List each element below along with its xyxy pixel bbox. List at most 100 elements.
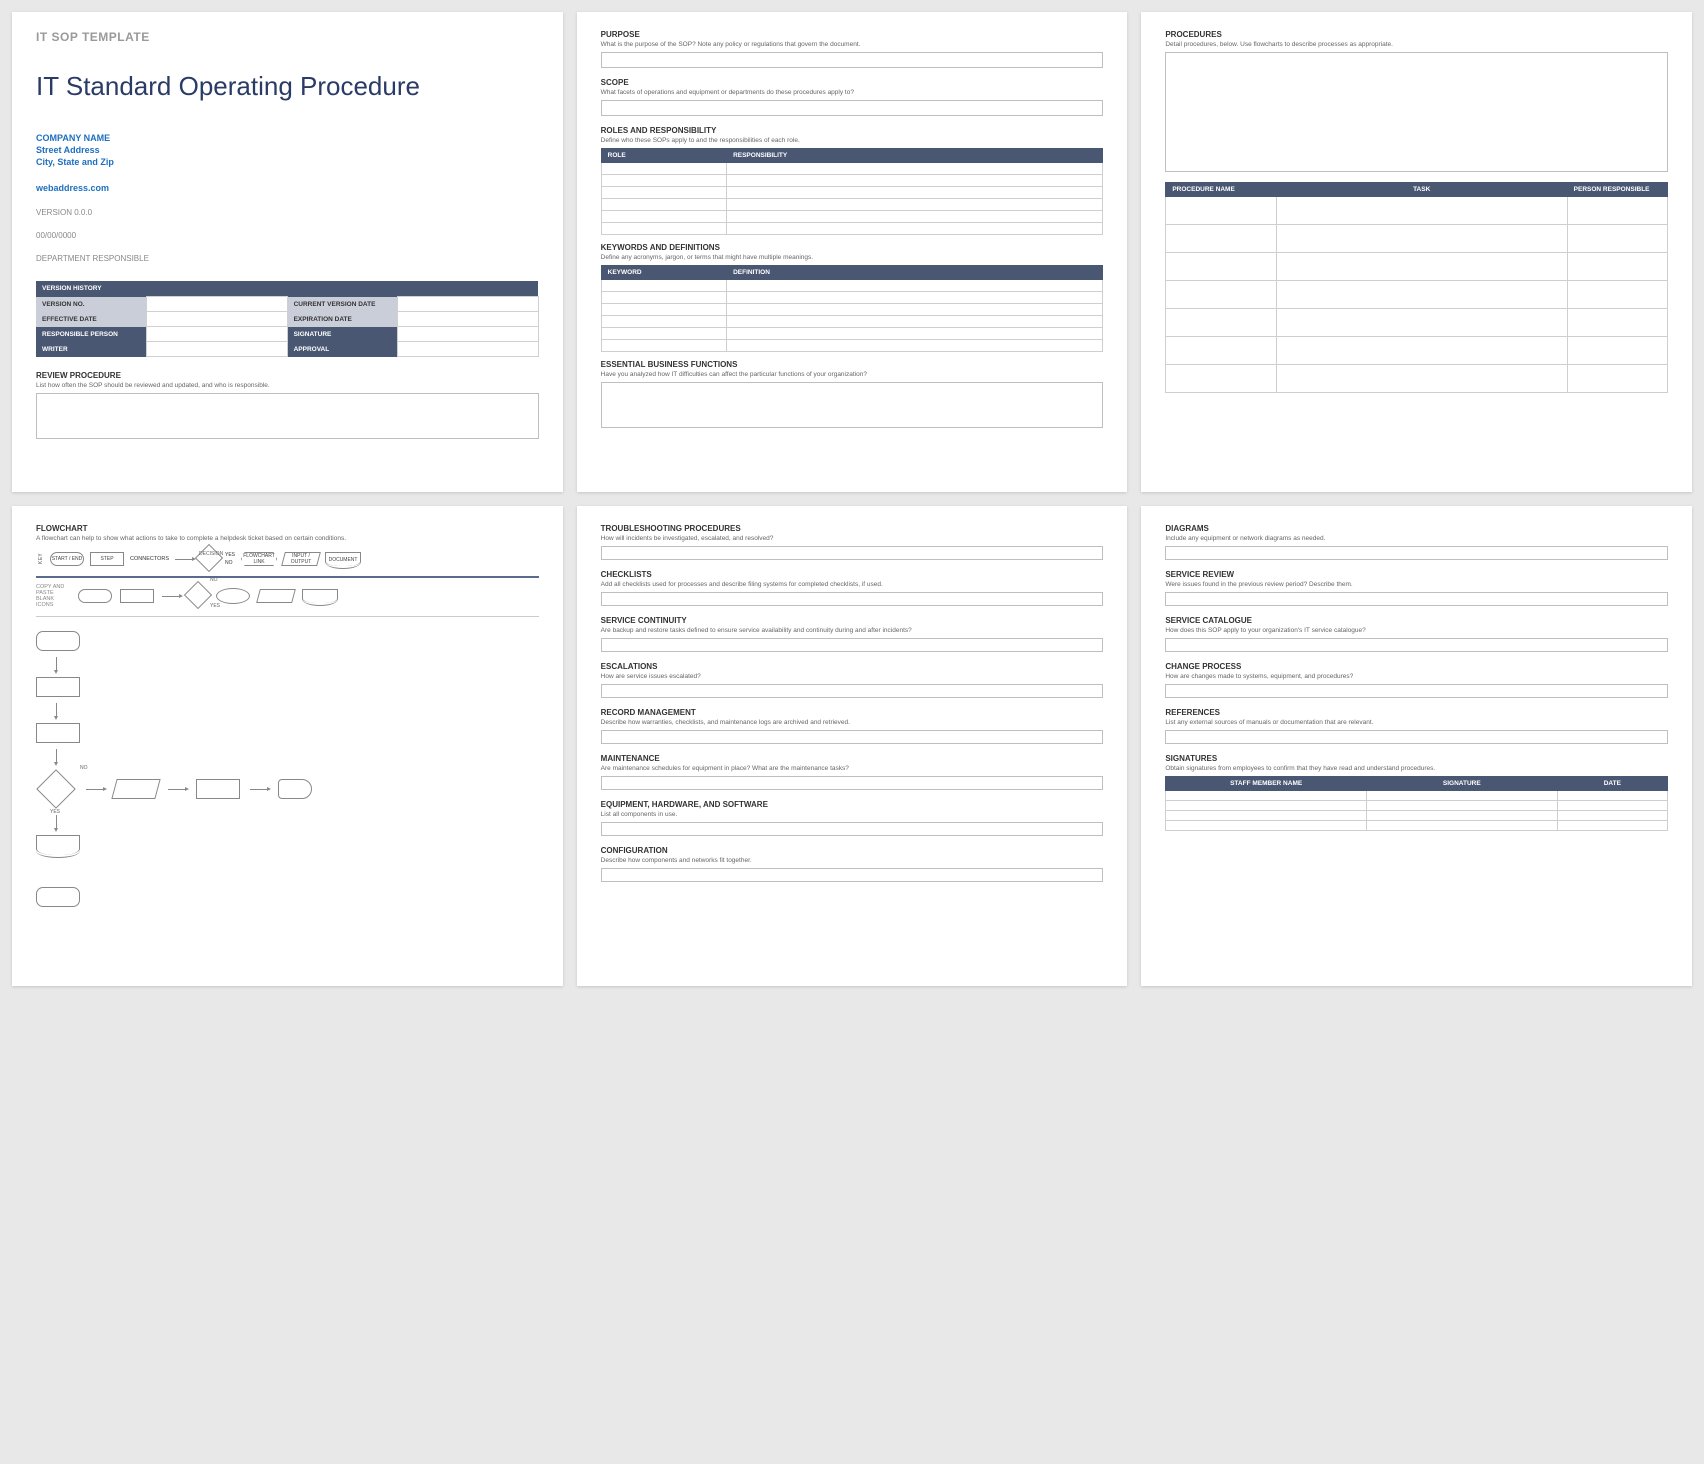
table-row[interactable] <box>1166 365 1668 393</box>
diagrams-box[interactable] <box>1165 546 1668 560</box>
blank-terminator-icon[interactable] <box>78 589 112 603</box>
table-row[interactable] <box>601 292 1103 304</box>
flow-document[interactable] <box>36 835 80 855</box>
keywords-table: KEYWORDDEFINITION <box>601 265 1104 352</box>
purpose-box[interactable] <box>601 52 1104 68</box>
no-label: NO <box>225 560 235 566</box>
page-4-flowchart: FLOWCHART A flowchart can help to show w… <box>12 506 563 986</box>
escalations-h: ESCALATIONS <box>601 662 1104 671</box>
table-row[interactable] <box>601 223 1103 235</box>
flowchart-canvas[interactable]: NO YES <box>36 631 539 907</box>
procedures-box[interactable] <box>1165 52 1668 172</box>
table-row[interactable] <box>601 340 1103 352</box>
vh-expiration: EXPIRATION DATE <box>287 312 397 327</box>
table-row[interactable] <box>601 280 1103 292</box>
table-row[interactable] <box>1166 791 1668 801</box>
maintenance-box[interactable] <box>601 776 1104 790</box>
flowchart-h: FLOWCHART <box>36 524 539 533</box>
blank-document-icon[interactable] <box>302 589 338 603</box>
config-box[interactable] <box>601 868 1104 882</box>
escalations-box[interactable] <box>601 684 1104 698</box>
blank-process-icon[interactable] <box>120 589 154 603</box>
flow-end[interactable] <box>36 887 80 907</box>
table-row[interactable] <box>601 304 1103 316</box>
trouble-sub: How will incidents be investigated, esca… <box>601 535 1104 542</box>
vh-signature-val[interactable] <box>398 327 539 342</box>
vh-effective-val[interactable] <box>146 312 287 327</box>
roles-h: ROLES AND RESPONSIBILITY <box>601 126 1104 135</box>
page-6: DIAGRAMS Include any equipment or networ… <box>1141 506 1692 986</box>
io-icon: INPUT / OUTPUT <box>281 552 321 566</box>
references-sub: List any external sources of manuals or … <box>1165 719 1668 726</box>
table-row[interactable] <box>601 175 1103 187</box>
table-row[interactable] <box>1166 197 1668 225</box>
table-row[interactable] <box>1166 801 1668 811</box>
review-heading: REVIEW PROCEDURE <box>36 371 539 380</box>
table-row[interactable] <box>601 211 1103 223</box>
table-row[interactable] <box>1166 281 1668 309</box>
checklists-box[interactable] <box>601 592 1104 606</box>
process-icon: STEP <box>90 552 124 566</box>
vh-responsible-val[interactable] <box>146 327 287 342</box>
vh-version-no-val[interactable] <box>146 297 287 312</box>
table-row[interactable] <box>601 199 1103 211</box>
flow-arrow-right <box>250 789 268 790</box>
roles-th-role: ROLE <box>601 149 726 163</box>
scope-box[interactable] <box>601 100 1104 116</box>
table-row[interactable] <box>1166 253 1668 281</box>
ebf-box[interactable] <box>601 382 1104 428</box>
blank-io-icon[interactable] <box>256 589 296 603</box>
trouble-box[interactable] <box>601 546 1104 560</box>
flow-step-3[interactable] <box>196 779 240 799</box>
flow-display[interactable] <box>278 779 312 799</box>
vh-expiration-val[interactable] <box>398 312 539 327</box>
flow-step-2[interactable] <box>36 723 80 743</box>
arrow-icon <box>175 559 193 560</box>
flow-decision[interactable] <box>36 769 76 809</box>
copy-paste-row: COPY AND PASTE BLANK ICONS NO YES <box>36 584 539 617</box>
table-row[interactable] <box>1166 225 1668 253</box>
table-row[interactable] <box>601 187 1103 199</box>
vh-approval-val[interactable] <box>398 342 539 357</box>
blank-arrow-icon[interactable] <box>162 596 180 597</box>
table-row[interactable] <box>601 163 1103 175</box>
flow-start[interactable] <box>36 631 80 651</box>
review-box[interactable] <box>36 393 539 439</box>
date-line: 00/00/0000 <box>36 231 539 240</box>
maintenance-h: MAINTENANCE <box>601 754 1104 763</box>
template-label: IT SOP TEMPLATE <box>36 30 539 44</box>
blank-decision-icon[interactable] <box>184 581 212 609</box>
catalogue-box[interactable] <box>1165 638 1668 652</box>
vh-current-date: CURRENT VERSION DATE <box>287 297 397 312</box>
flow-step-1[interactable] <box>36 677 80 697</box>
config-h: CONFIGURATION <box>601 846 1104 855</box>
continuity-box[interactable] <box>601 638 1104 652</box>
vh-current-date-val[interactable] <box>398 297 539 312</box>
table-row[interactable] <box>1166 811 1668 821</box>
connectors-label: CONNECTORS <box>130 556 169 562</box>
page-3: PROCEDURES Detail procedures, below. Use… <box>1141 12 1692 492</box>
service-review-box[interactable] <box>1165 592 1668 606</box>
table-row[interactable] <box>1166 309 1668 337</box>
blank-ellipse-icon[interactable] <box>216 588 250 604</box>
proc-th-name: PROCEDURE NAME <box>1166 183 1276 197</box>
equipment-sub: List all components in use. <box>601 811 1104 818</box>
table-row[interactable] <box>1166 337 1668 365</box>
flow-arrow-right <box>168 789 186 790</box>
references-box[interactable] <box>1165 730 1668 744</box>
company-name: COMPANY NAME <box>36 132 539 144</box>
version-line: VERSION 0.0.0 <box>36 208 539 217</box>
sig-th-sig: SIGNATURE <box>1366 777 1557 791</box>
vh-writer-val[interactable] <box>146 342 287 357</box>
equipment-box[interactable] <box>601 822 1104 836</box>
table-row[interactable] <box>601 328 1103 340</box>
table-row[interactable] <box>1166 821 1668 831</box>
record-box[interactable] <box>601 730 1104 744</box>
web-address: webaddress.com <box>36 182 539 194</box>
continuity-h: SERVICE CONTINUITY <box>601 616 1104 625</box>
change-box[interactable] <box>1165 684 1668 698</box>
equipment-h: EQUIPMENT, HARDWARE, AND SOFTWARE <box>601 800 1104 809</box>
flow-io[interactable] <box>111 779 160 799</box>
table-row[interactable] <box>601 316 1103 328</box>
record-sub: Describe how warranties, checklists, and… <box>601 719 1104 726</box>
